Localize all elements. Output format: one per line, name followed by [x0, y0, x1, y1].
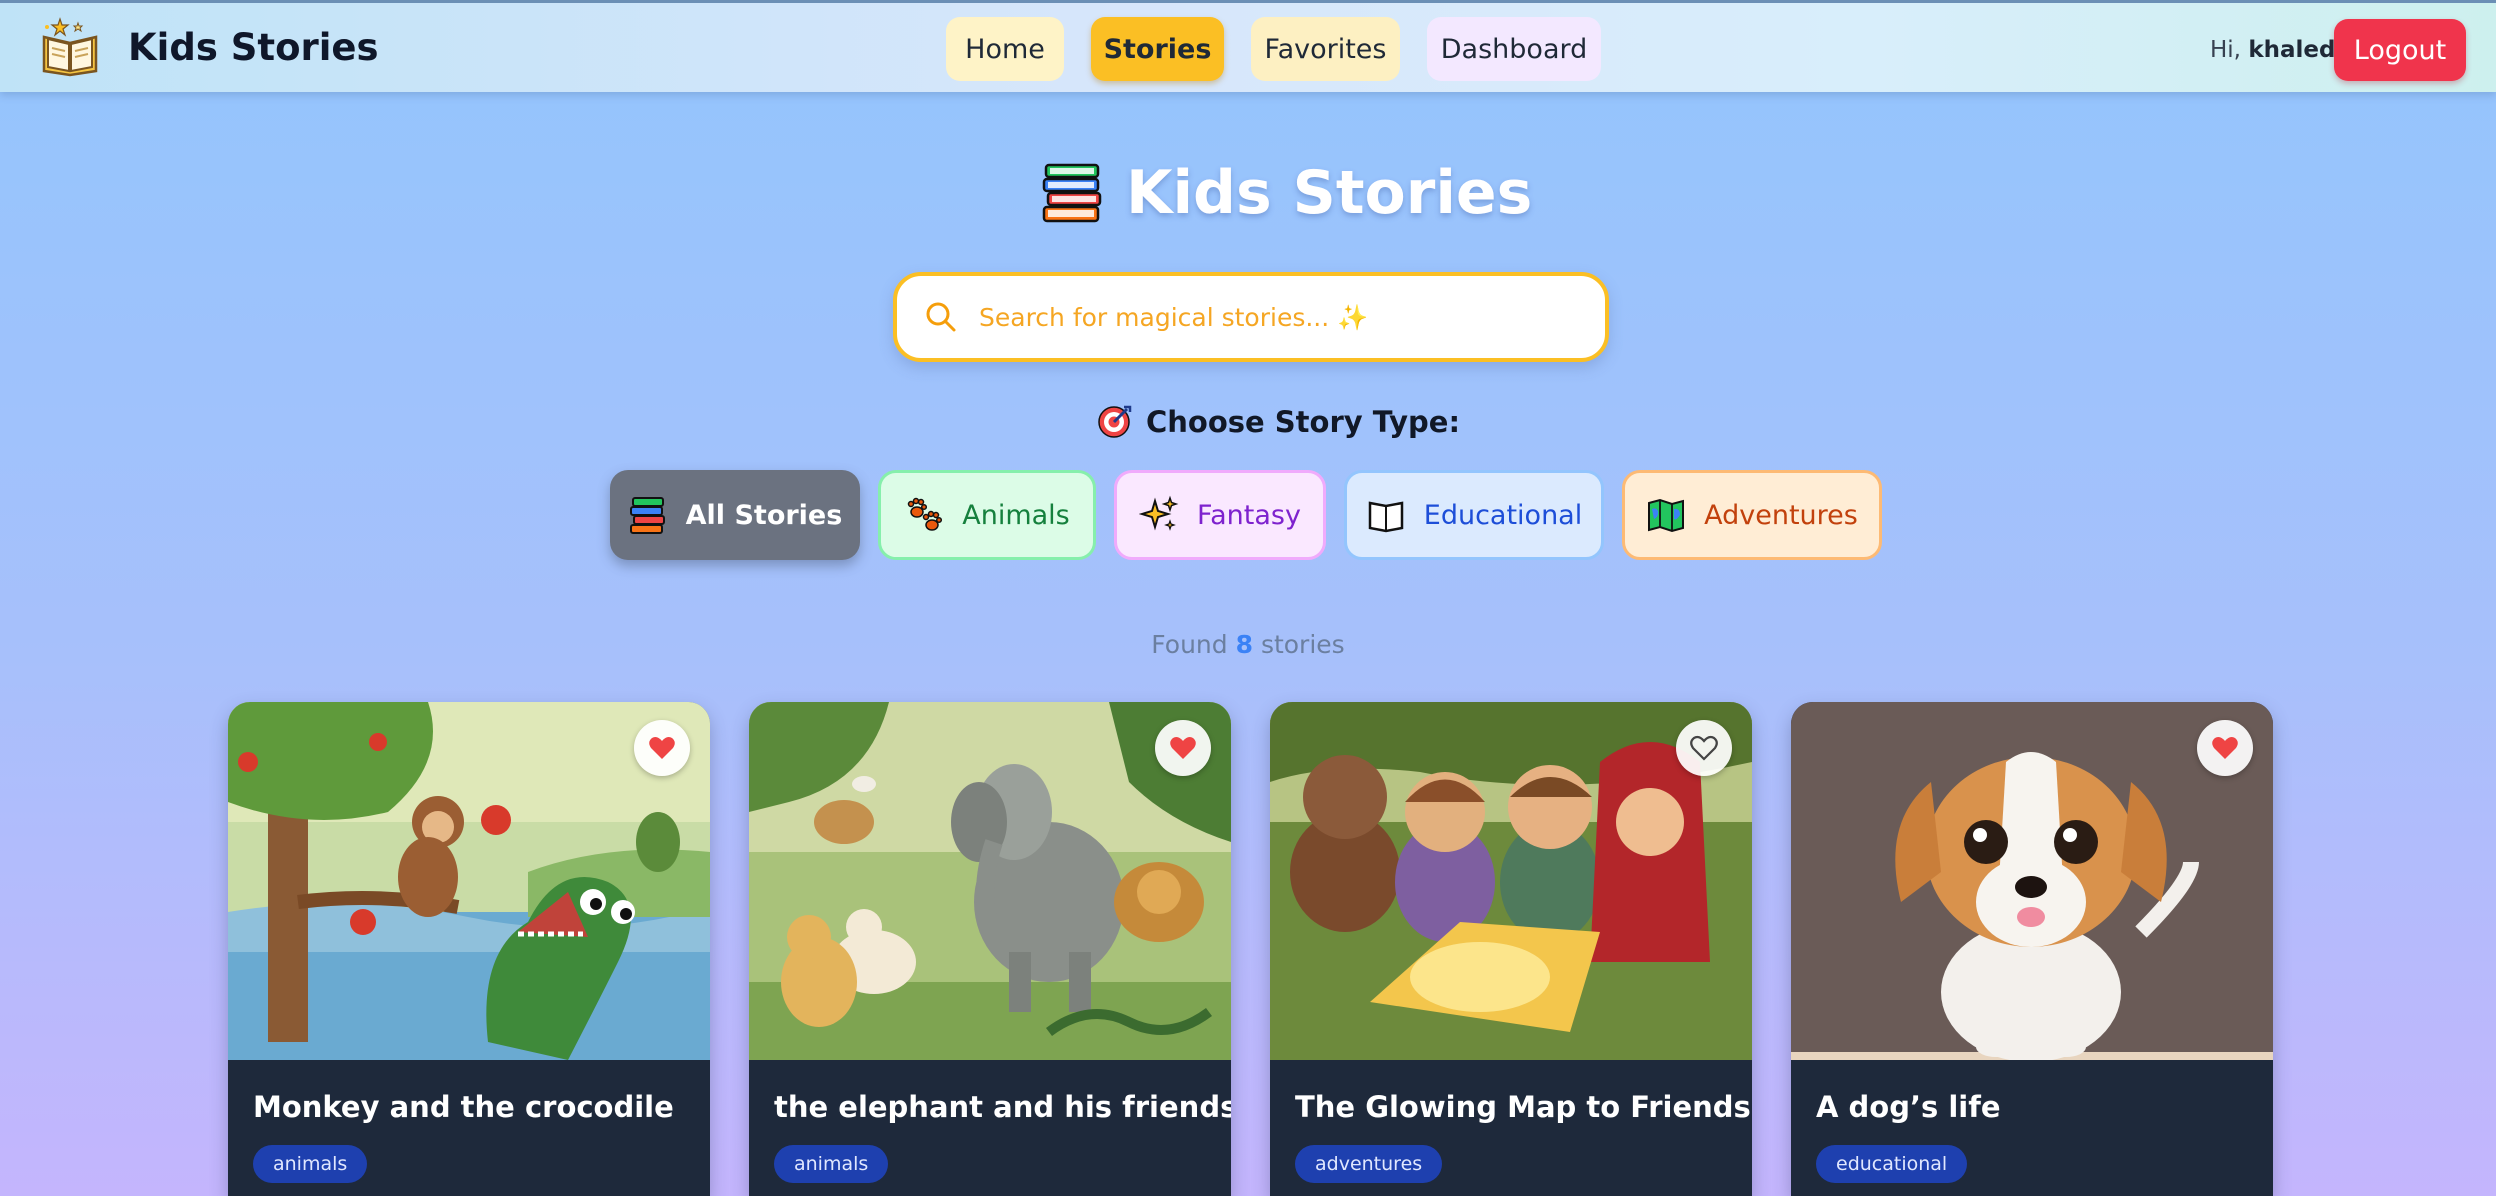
nav-stories-button[interactable]: Stories	[1091, 17, 1224, 81]
paw-icon	[908, 497, 943, 531]
search-box[interactable]	[893, 272, 1609, 362]
open-book-logo-icon	[42, 17, 98, 77]
story-type-label: Choose Story Type:	[1096, 404, 1460, 440]
story-title[interactable]: A dog’s life	[1816, 1090, 2001, 1124]
story-title[interactable]: the elephant and his friends	[774, 1090, 1231, 1124]
results-prefix: Found	[1151, 630, 1228, 659]
book-icon	[1368, 501, 1404, 533]
page-title: Kids Stories	[1040, 158, 1532, 228]
heart-outline-icon	[1690, 735, 1718, 761]
filter-animals[interactable]: Animals	[878, 470, 1096, 560]
favorite-button[interactable]	[2197, 720, 2253, 776]
search-icon	[926, 302, 956, 332]
story-title[interactable]: The Glowing Map to Friendship	[1295, 1090, 1752, 1124]
books-icon	[1042, 163, 1102, 223]
target-icon	[1098, 405, 1132, 438]
username: khaled	[2248, 37, 2336, 63]
results-suffix: stories	[1260, 630, 1345, 659]
filter-all-stories[interactable]: All Stories	[610, 470, 860, 560]
story-category-tag: animals	[774, 1145, 889, 1183]
story-card[interactable]: the elephant and his friends animals	[749, 702, 1231, 1196]
map-icon	[1648, 498, 1685, 533]
heart-filled-icon	[1170, 737, 1196, 759]
search-input[interactable]	[979, 302, 1579, 332]
filter-educational[interactable]: Educational	[1344, 470, 1604, 560]
story-type-label-text: Choose Story Type:	[1146, 405, 1461, 439]
filter-label: Adventures	[1704, 499, 1858, 531]
story-title[interactable]: Monkey and the crocodile	[253, 1090, 674, 1124]
favorite-button[interactable]	[634, 720, 690, 776]
filter-adventures[interactable]: Adventures	[1622, 470, 1882, 560]
user-greeting: Hi, khaled	[2210, 37, 2335, 63]
nav-links: Home Stories Favorites Dashboard	[946, 17, 1601, 81]
heart-filled-icon	[2212, 737, 2238, 759]
story-category-tag: animals	[253, 1145, 368, 1183]
nav-dashboard-button[interactable]: Dashboard	[1427, 17, 1601, 81]
story-card[interactable]: The Glowing Map to Friendship adventures	[1270, 702, 1752, 1196]
story-type-filters: All Stories Animals Fantasy Educational	[610, 470, 1882, 560]
filter-fantasy[interactable]: Fantasy	[1114, 470, 1326, 560]
favorite-button[interactable]	[1676, 720, 1732, 776]
results-count: Found 8 stories	[0, 630, 2496, 659]
story-card[interactable]: Monkey and the crocodile animals	[228, 702, 710, 1196]
heart-filled-icon	[649, 737, 675, 759]
brand[interactable]: Kids Stories	[38, 15, 379, 79]
books-icon	[629, 497, 665, 534]
nav-home-button[interactable]: Home	[946, 17, 1064, 81]
greeting-prefix: Hi,	[2210, 37, 2241, 63]
filter-label: Animals	[962, 499, 1070, 531]
results-number: 8	[1235, 630, 1253, 659]
filter-label: All Stories	[685, 499, 843, 531]
story-category-tag: adventures	[1295, 1145, 1443, 1183]
sparkles-icon	[1139, 495, 1179, 531]
top-navbar: Kids Stories Home Stories Favorites Dash…	[0, 0, 2496, 92]
filter-label: Educational	[1423, 499, 1583, 531]
story-category-tag: educational	[1816, 1145, 1968, 1183]
favorite-button[interactable]	[1155, 720, 1211, 776]
filter-label: Fantasy	[1197, 499, 1301, 531]
nav-favorites-button[interactable]: Favorites	[1251, 17, 1400, 81]
hero-title-text: Kids Stories	[1126, 158, 1533, 228]
brand-name: Kids Stories	[128, 25, 379, 69]
story-card[interactable]: A dog’s life educational	[1791, 702, 2273, 1196]
logout-button[interactable]: Logout	[2334, 19, 2466, 81]
